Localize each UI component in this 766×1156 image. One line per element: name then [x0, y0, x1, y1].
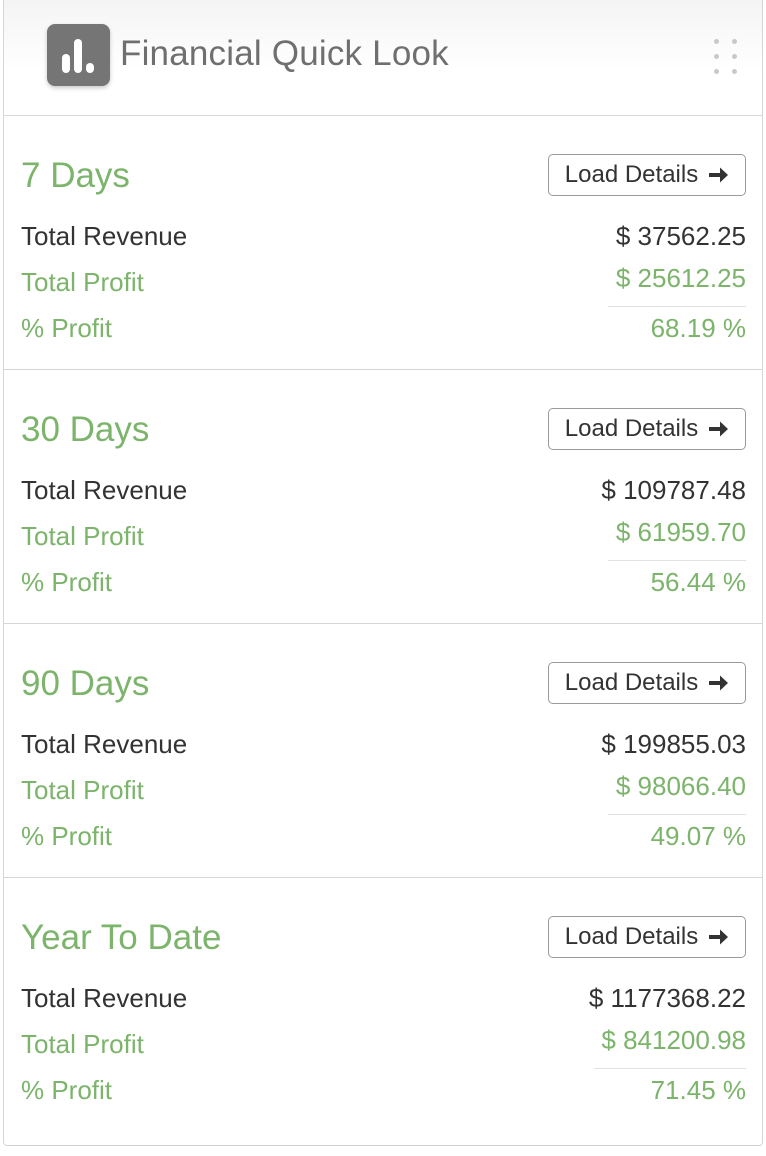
arrow-right-icon: [707, 165, 729, 185]
total-profit-label: Total Profit: [21, 1029, 144, 1059]
total-profit-value: $ 61959.70: [615, 517, 746, 547]
total-revenue-label: Total Revenue: [21, 475, 188, 505]
period-section-7-days: 7 Days Load Details Total Revenue $ 3756…: [4, 116, 762, 370]
period-section-30-days: 30 Days Load Details Total Revenue $ 109…: [4, 370, 762, 624]
period-title: 30 Days: [21, 410, 150, 449]
load-details-label: Load Details: [564, 923, 699, 950]
bar-chart-icon: [47, 24, 110, 86]
load-details-button[interactable]: Load Details: [548, 662, 746, 704]
period-section-year-to-date: Year To Date Load Details Total Revenue …: [4, 878, 762, 1132]
load-details-label: Load Details: [564, 161, 699, 188]
total-revenue-value: $ 1177368.22: [588, 983, 746, 1013]
total-profit-label: Total Profit: [21, 267, 144, 297]
total-revenue-value: $ 199855.03: [601, 729, 746, 759]
period-title: 90 Days: [21, 664, 150, 703]
drag-grip-icon[interactable]: [711, 36, 741, 76]
total-revenue-value: $ 37562.25: [615, 221, 746, 251]
total-profit-value: $ 25612.25: [615, 263, 746, 293]
total-revenue-label: Total Revenue: [21, 729, 188, 759]
total-revenue-label: Total Revenue: [21, 221, 188, 251]
financial-quick-look-widget: Financial Quick Look 7 Days Load Details…: [3, 0, 763, 1146]
percent-profit-value: 56.44 %: [650, 567, 746, 597]
load-details-button[interactable]: Load Details: [548, 408, 746, 450]
percent-profit-label: % Profit: [21, 567, 113, 597]
arrow-right-icon: [707, 419, 729, 439]
widget-title: Financial Quick Look: [120, 34, 449, 73]
total-profit-value: $ 841200.98: [601, 1025, 746, 1055]
widget-header: Financial Quick Look: [4, 0, 762, 116]
total-profit-value: $ 98066.40: [615, 771, 746, 801]
percent-profit-value: 68.19 %: [650, 313, 746, 343]
divider: [608, 814, 746, 815]
total-profit-label: Total Profit: [21, 775, 144, 805]
divider: [594, 1068, 746, 1069]
divider: [608, 560, 746, 561]
load-details-label: Load Details: [564, 669, 699, 696]
percent-profit-value: 49.07 %: [650, 821, 746, 851]
total-profit-label: Total Profit: [21, 521, 144, 551]
percent-profit-label: % Profit: [21, 821, 113, 851]
period-title: 7 Days: [21, 156, 130, 195]
percent-profit-label: % Profit: [21, 313, 113, 343]
load-details-button[interactable]: Load Details: [548, 154, 746, 196]
period-section-90-days: 90 Days Load Details Total Revenue $ 199…: [4, 624, 762, 878]
percent-profit-value: 71.45 %: [650, 1075, 746, 1105]
load-details-button[interactable]: Load Details: [548, 916, 746, 958]
total-revenue-value: $ 109787.48: [601, 475, 746, 505]
arrow-right-icon: [707, 673, 729, 693]
period-title: Year To Date: [21, 918, 222, 957]
arrow-right-icon: [707, 927, 729, 947]
percent-profit-label: % Profit: [21, 1075, 113, 1105]
load-details-label: Load Details: [564, 415, 699, 442]
total-revenue-label: Total Revenue: [21, 983, 188, 1013]
divider: [608, 306, 746, 307]
